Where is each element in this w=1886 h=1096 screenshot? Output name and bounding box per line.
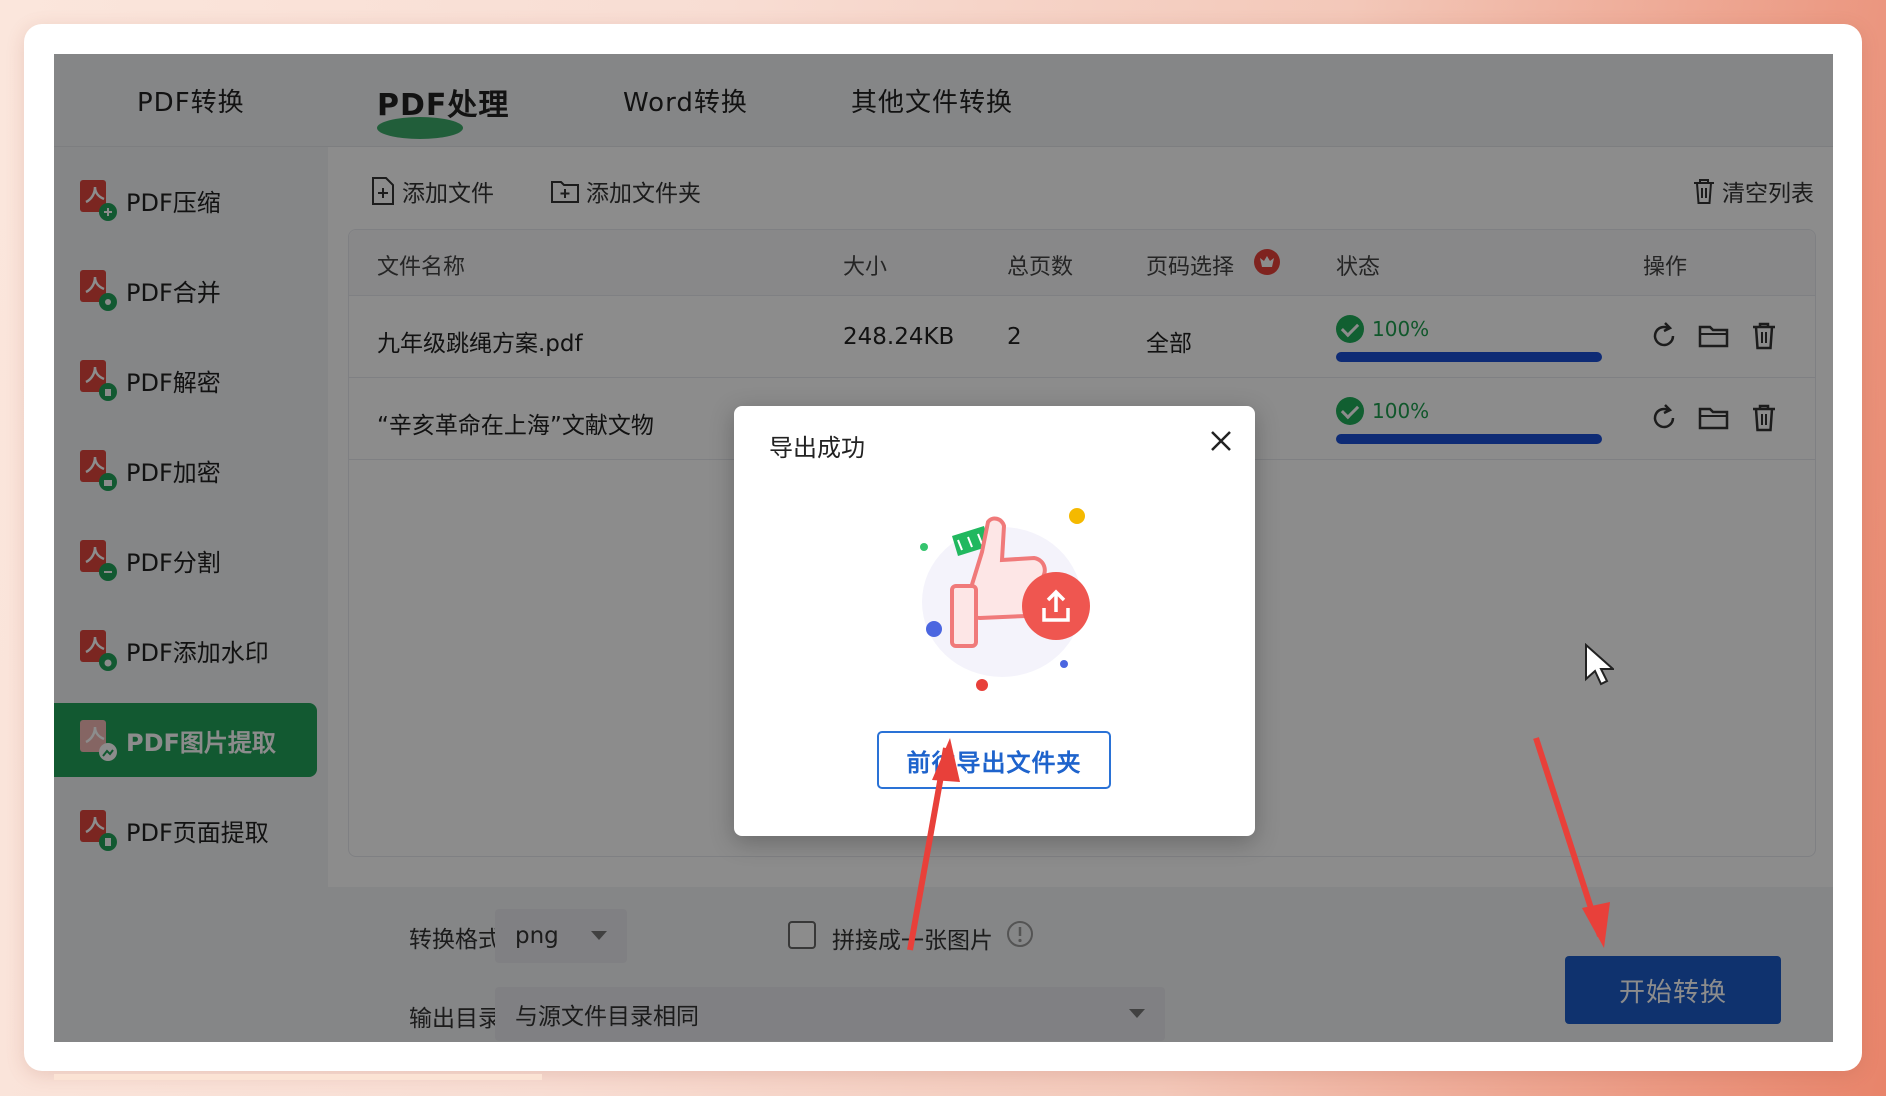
dialog-title: 导出成功 <box>769 434 865 462</box>
app-window: PDF转换 PDF处理 Word转换 其他文件转换 PDF压缩 PDF合并 PD… <box>54 54 1833 1042</box>
export-success-dialog: 导出成功 前往导出文件夹 <box>734 406 1255 836</box>
open-export-folder-button[interactable]: 前往导出文件夹 <box>877 731 1111 789</box>
close-icon[interactable] <box>1206 426 1236 456</box>
decorative-line <box>54 1074 542 1080</box>
thumbs-up-illustration <box>920 508 1090 691</box>
mouse-cursor-icon <box>1585 643 1614 686</box>
